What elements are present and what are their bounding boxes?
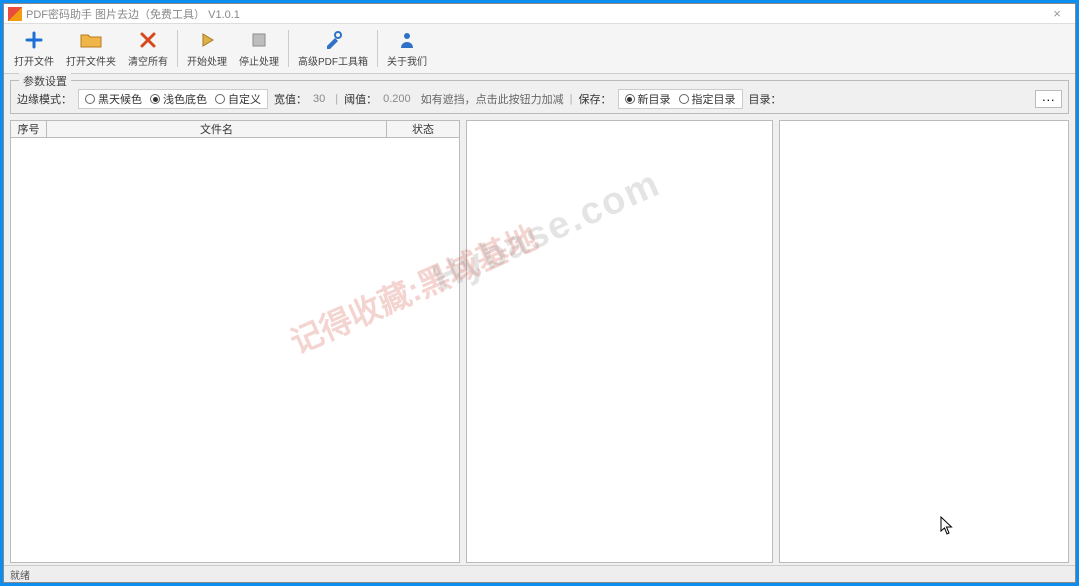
edge-mode-custom[interactable]: 自定义 [215,91,261,107]
width-value: 30 [313,93,325,105]
file-list-panel: 序号 文件名 状态 [10,120,460,563]
save-mode-specify[interactable]: 指定目录 [679,91,736,107]
play-icon [196,29,218,51]
main-area: 序号 文件名 状态 [4,120,1075,565]
options-group: 参数设置 边缘模式： 黑天候色 浅色底色 自定义 宽值： 30 | 阈值： 0.… [10,80,1069,114]
open-folder-button[interactable]: 打开文件夹 [60,26,122,71]
start-button[interactable]: 开始处理 [181,26,233,71]
browse-dir-button[interactable]: ··· [1035,90,1062,108]
statusbar: 就绪 [4,565,1075,582]
stop-button[interactable]: 停止处理 [233,26,285,71]
save-label: 保存： [579,91,612,107]
stop-icon [248,29,270,51]
tools-icon [322,29,344,51]
table-body[interactable] [10,138,460,563]
width-label: 宽值： [274,91,307,107]
titlebar: PDF密码助手 图片去边（免费工具） V1.0.1 × [4,4,1075,24]
col-file[interactable]: 文件名 [47,121,387,137]
edge-mode-black[interactable]: 黑天候色 [85,91,142,107]
close-button[interactable]: × [1043,6,1071,21]
edge-mode-radio-group: 黑天候色 浅色底色 自定义 [78,89,268,109]
window-title: PDF密码助手 图片去边（免费工具） V1.0.1 [26,6,1043,22]
options-note: 如有遮挡，点击此按钮力加减 [421,91,564,107]
edge-mode-light[interactable]: 浅色底色 [150,91,207,107]
delete-icon [137,29,159,51]
ratio-value: 0.200 [383,93,411,105]
options-legend: 参数设置 [19,73,71,89]
app-icon [8,7,22,21]
clear-all-button[interactable]: 清空所有 [122,26,174,71]
about-button[interactable]: 关于我们 [381,26,433,71]
result-panel [779,120,1069,563]
col-seq[interactable]: 序号 [11,121,47,137]
person-icon [396,29,418,51]
plus-icon [23,29,45,51]
dir-label: 目录： [749,91,782,107]
col-status[interactable]: 状态 [387,121,459,137]
folder-icon [80,29,102,51]
save-mode-radio-group: 新目录 指定目录 [618,89,743,109]
ratio-label: 阈值： [344,91,377,107]
preview-panel [466,120,773,563]
open-file-button[interactable]: 打开文件 [8,26,60,71]
table-header: 序号 文件名 状态 [10,120,460,138]
edge-mode-label: 边缘模式： [17,91,72,107]
toolbar: 打开文件 打开文件夹 清空所有 开始处理 停止处理 [4,24,1075,74]
advanced-tools-button[interactable]: 高级PDF工具箱 [292,26,374,71]
save-mode-new[interactable]: 新目录 [625,91,671,107]
